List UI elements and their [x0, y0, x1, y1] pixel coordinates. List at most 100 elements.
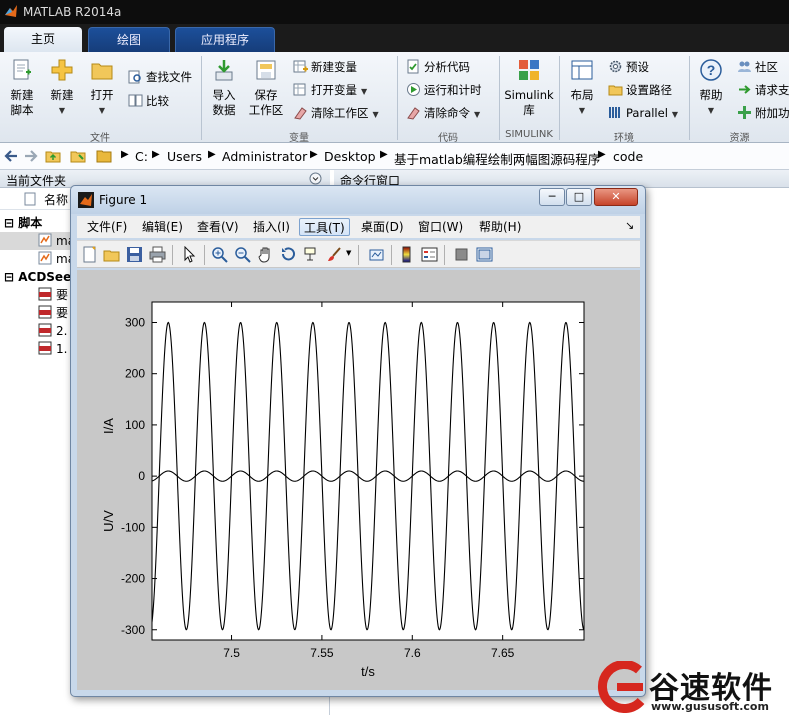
breadcrumb-item[interactable]: Administrator: [222, 149, 307, 164]
simulink-library-button[interactable]: Simulink 库: [503, 58, 555, 118]
save-workspace-button[interactable]: 保存 工作区: [246, 58, 286, 118]
preferences-button[interactable]: 预设: [608, 58, 649, 76]
zoom-out-icon[interactable]: [234, 246, 251, 263]
menu-insert[interactable]: 插入(I): [249, 218, 294, 236]
import-data-button[interactable]: 导入 数据: [206, 58, 242, 118]
new-variable-button[interactable]: 新建变量: [293, 58, 357, 76]
panel-menu-icon[interactable]: [309, 172, 322, 185]
zoom-in-icon[interactable]: [211, 246, 228, 263]
breadcrumb-item[interactable]: Users: [167, 149, 202, 164]
legend-icon[interactable]: [421, 246, 438, 263]
m-file-icon: [38, 251, 52, 265]
chevron-down-icon: ▼: [671, 110, 679, 119]
brush-icon[interactable]: [326, 246, 343, 263]
y-tick-label: 0: [138, 469, 145, 483]
new-button[interactable]: 新建 ▼: [44, 58, 80, 118]
menu-tools[interactable]: 工具(T): [299, 218, 350, 236]
import-data-icon: [215, 60, 233, 81]
chevron-down-icon: ▼: [474, 110, 481, 119]
maximize-button[interactable]: □: [566, 188, 592, 206]
line-chart[interactable]: 7.5 7.55 7.6 7.65 300 200 100 0 -100 -200 -300 t/s…: [77, 270, 640, 690]
save-icon[interactable]: [126, 246, 143, 263]
toolbar-separator: [391, 245, 392, 265]
minimize-button[interactable]: ─: [539, 188, 565, 206]
run-and-time-button[interactable]: 运行和计时: [406, 81, 482, 99]
new-label: 新建: [50, 88, 74, 102]
dock-arrow-icon[interactable]: ↘: [625, 219, 634, 232]
new-figure-icon[interactable]: [81, 246, 98, 263]
forward-arrow-icon[interactable]: [23, 148, 39, 164]
find-files-button[interactable]: 查找文件: [128, 68, 192, 86]
set-path-button[interactable]: 设置路径: [608, 81, 672, 99]
group-separator: [397, 56, 398, 140]
menu-file[interactable]: 文件(F): [83, 218, 131, 236]
tree-group-acdsee[interactable]: ⊟ ACDSee: [4, 268, 71, 286]
y-tick-label: -200: [121, 572, 145, 586]
breadcrumb-item[interactable]: C:: [135, 149, 148, 164]
matlab-logo-icon: [78, 192, 94, 208]
layout-button[interactable]: 布局 ▼: [564, 58, 600, 118]
breadcrumb-item[interactable]: code: [613, 149, 643, 164]
request-support-button[interactable]: 请求支: [737, 81, 789, 99]
png-file-icon: [38, 287, 52, 301]
add-ons-button[interactable]: 附加功: [737, 104, 789, 122]
data-cursor-icon[interactable]: [303, 246, 320, 263]
current-folder-title: 当前文件夹: [6, 174, 67, 188]
menu-desktop[interactable]: 桌面(D): [357, 218, 408, 236]
print-icon[interactable]: [149, 246, 166, 263]
add-ons-label: 附加功: [755, 106, 789, 120]
new-script-button[interactable]: 新建 脚本: [4, 58, 40, 118]
menu-help[interactable]: 帮助(H): [475, 218, 525, 236]
help-button[interactable]: ? 帮助 ▼: [694, 58, 728, 118]
y-tick-label: -300: [121, 623, 145, 637]
back-arrow-icon[interactable]: [3, 148, 19, 164]
toolbar-separator: [204, 245, 205, 265]
close-button[interactable]: ✕: [594, 188, 638, 206]
analyze-code-button[interactable]: 分析代码: [406, 58, 470, 76]
clear-commands-button[interactable]: 清除命令 ▼: [406, 104, 480, 122]
tree-group-scripts[interactable]: ⊟ 脚本: [4, 214, 42, 232]
tab-plots[interactable]: 绘图: [88, 27, 170, 52]
clear-workspace-button[interactable]: 清除工作区 ▼: [293, 104, 379, 122]
list-item[interactable]: 要: [38, 286, 68, 304]
figure-menu-bar: 文件(F) 编辑(E) 查看(V) 插入(I) 工具(T) 桌面(D) 窗口(W…: [77, 216, 640, 238]
rotate-3d-icon[interactable]: [280, 246, 297, 263]
save-workspace-label: 保存 工作区: [248, 88, 284, 117]
show-plot-tools-icon[interactable]: [476, 246, 493, 263]
link-plot-icon[interactable]: [368, 246, 385, 263]
browse-folder-icon[interactable]: [70, 148, 86, 164]
list-item[interactable]: 2.: [38, 322, 67, 340]
up-folder-icon[interactable]: [45, 148, 61, 164]
community-button[interactable]: 社区: [737, 58, 778, 76]
x-tick-label: 7.5: [223, 646, 240, 660]
figure-title-bar[interactable]: Figure 1 ─ □ ✕: [71, 186, 645, 214]
menu-view[interactable]: 查看(V): [193, 218, 243, 236]
select-arrow-icon[interactable]: [181, 246, 198, 263]
open-file-icon[interactable]: [103, 246, 120, 263]
set-path-icon: [608, 85, 623, 96]
chevron-down-icon[interactable]: ▼: [346, 249, 351, 257]
open-button[interactable]: 打开 ▼: [84, 58, 120, 118]
colorbar-icon[interactable]: [398, 246, 415, 263]
list-item[interactable]: 要: [38, 304, 68, 322]
open-variable-button[interactable]: 打开变量 ▼: [293, 81, 367, 99]
tab-home[interactable]: 主页: [4, 27, 82, 52]
compare-button[interactable]: 比较: [128, 92, 169, 110]
list-item[interactable]: 1.: [38, 340, 67, 358]
pan-hand-icon[interactable]: [257, 246, 274, 263]
parallel-button[interactable]: Parallel ▼: [608, 104, 678, 122]
tab-apps[interactable]: 应用程序: [175, 27, 275, 52]
help-icon: ?: [700, 59, 722, 81]
menu-window[interactable]: 窗口(W): [414, 218, 467, 236]
menu-edit[interactable]: 编辑(E): [138, 218, 187, 236]
ribbon-tab-bar: 主页 绘图 应用程序: [0, 24, 789, 52]
chevron-down-icon: ▼: [58, 106, 66, 115]
folder-icon: [91, 63, 113, 80]
chevron-down-icon: ▼: [578, 106, 586, 115]
breadcrumb-separator: ▶: [208, 149, 216, 160]
breadcrumb-item[interactable]: 基于matlab编程绘制两幅图源码程序: [394, 149, 600, 168]
variable-group-label: 变量: [289, 133, 309, 144]
breadcrumb-item[interactable]: Desktop: [324, 149, 376, 164]
hide-plot-tools-icon[interactable]: [453, 246, 470, 263]
open-variable-label: 打开变量: [311, 83, 357, 97]
